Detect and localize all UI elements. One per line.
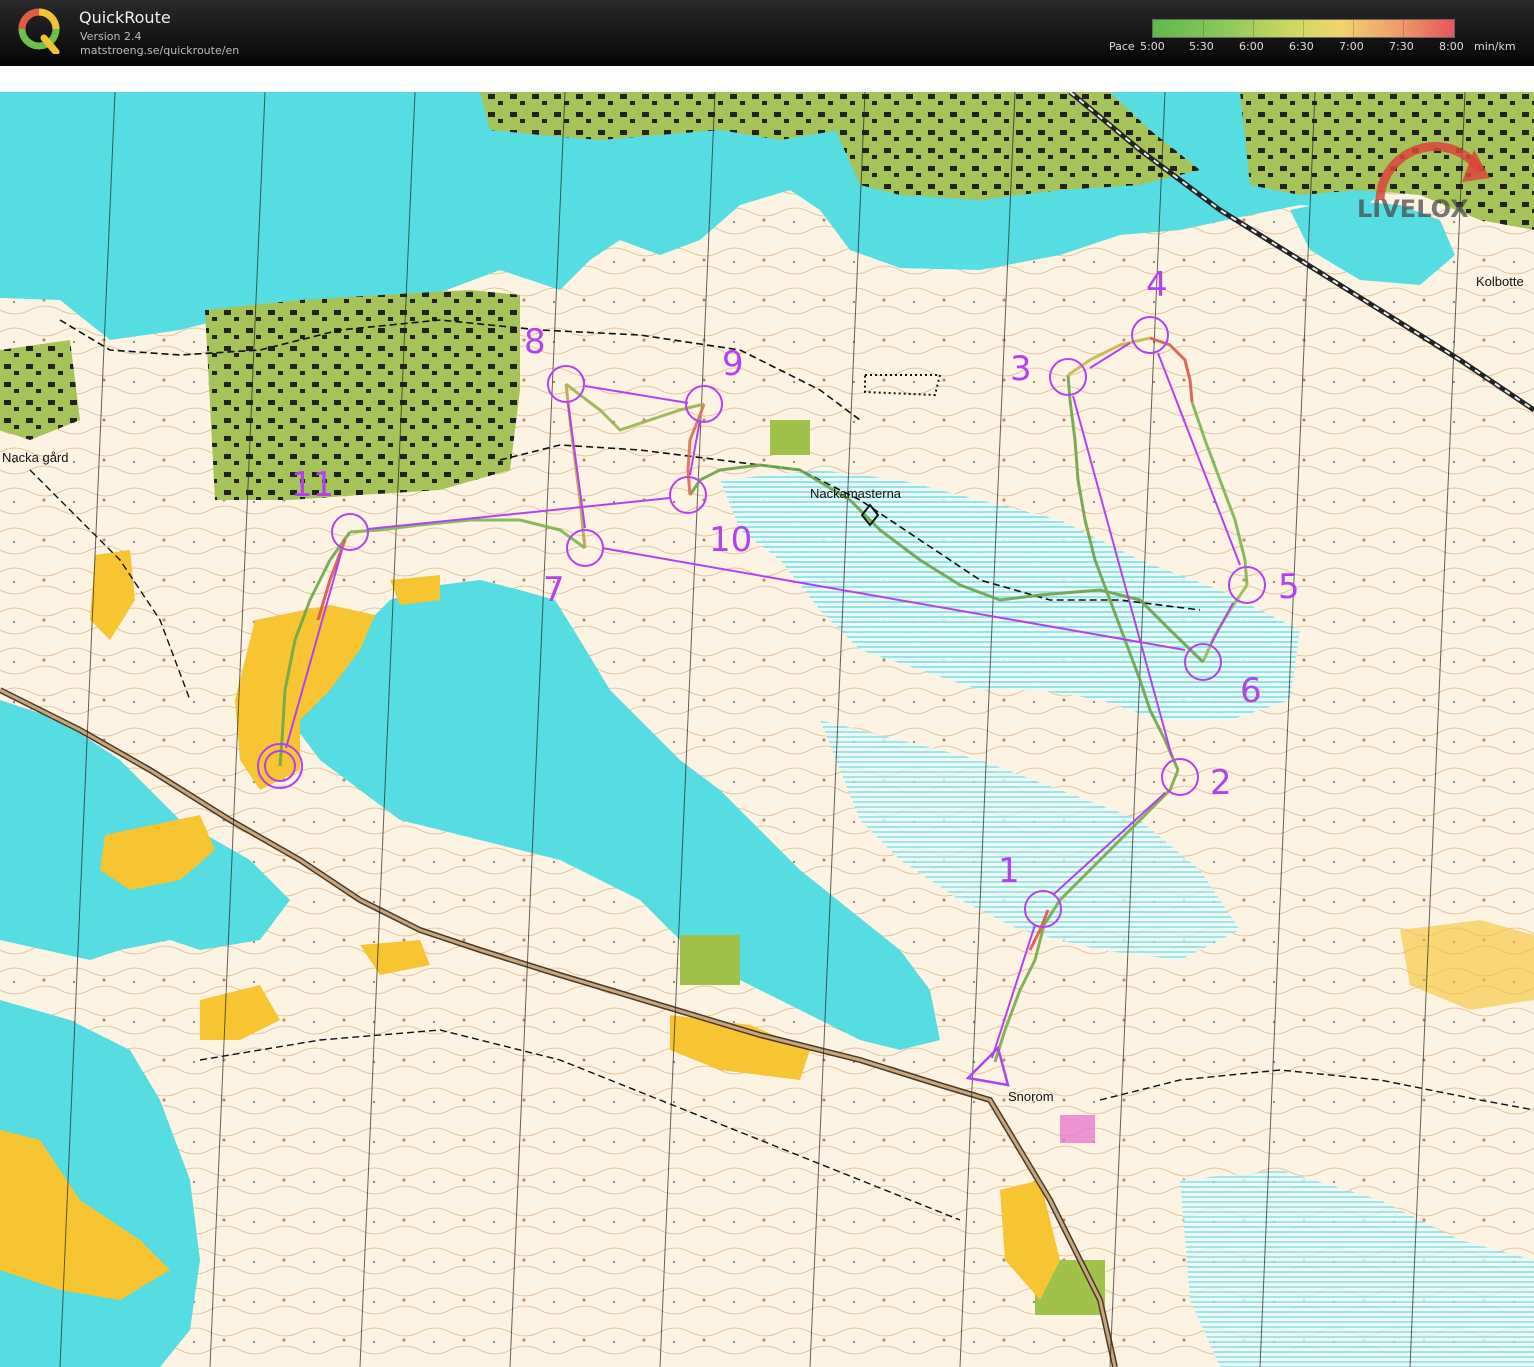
app-header: QuickRoute Version 2.4 matstroeng.se/qui… [0,0,1534,66]
pace-label: 6:00 [1239,40,1264,53]
green-patch [680,935,740,985]
livelox-logo-text: LIVELOX [1357,195,1469,223]
pace-label: 8:00 [1439,40,1464,53]
pace-label: 7:00 [1339,40,1364,53]
place-name: Kolbotte [1476,274,1524,289]
settlement-area [480,92,840,140]
control-number: 9 [722,344,744,384]
control-number: 3 [1010,349,1032,389]
place-name: Nackamasterna [810,486,902,501]
pace-label: 6:30 [1289,40,1314,53]
control-number: 4 [1146,265,1168,305]
app-url[interactable]: matstroeng.se/quickroute/en [80,44,239,57]
orienteering-map[interactable]: 1 2 3 4 5 6 7 8 9 10 11 Nackamasterna Sn… [0,66,1534,1367]
app-title: QuickRoute [79,8,171,27]
app-version: Version 2.4 [80,30,142,43]
quickroute-logo [18,8,60,54]
map-canvas[interactable]: 1 2 3 4 5 6 7 8 9 10 11 Nackamasterna Sn… [0,92,1534,1367]
pink-area [1060,1115,1095,1143]
pace-unit: min/km [1474,40,1516,53]
pace-prefix: Pace [1109,40,1135,53]
control-number: 8 [524,322,546,362]
control-number: 6 [1240,671,1262,711]
control-number: 5 [1278,567,1300,607]
place-name: Snorom [1008,1089,1054,1104]
pace-label: 5:00 [1140,40,1165,53]
control-number: 7 [543,570,565,610]
control-number: 11 [291,465,334,505]
green-patch [770,420,810,455]
control-number: 10 [709,520,752,560]
control-number: 1 [998,851,1020,891]
pace-label: 7:30 [1389,40,1414,53]
place-name: Nacka gård [2,450,68,465]
control-number: 2 [1210,763,1232,803]
pace-label: 5:30 [1189,40,1214,53]
pace-color-scale [1152,19,1455,38]
